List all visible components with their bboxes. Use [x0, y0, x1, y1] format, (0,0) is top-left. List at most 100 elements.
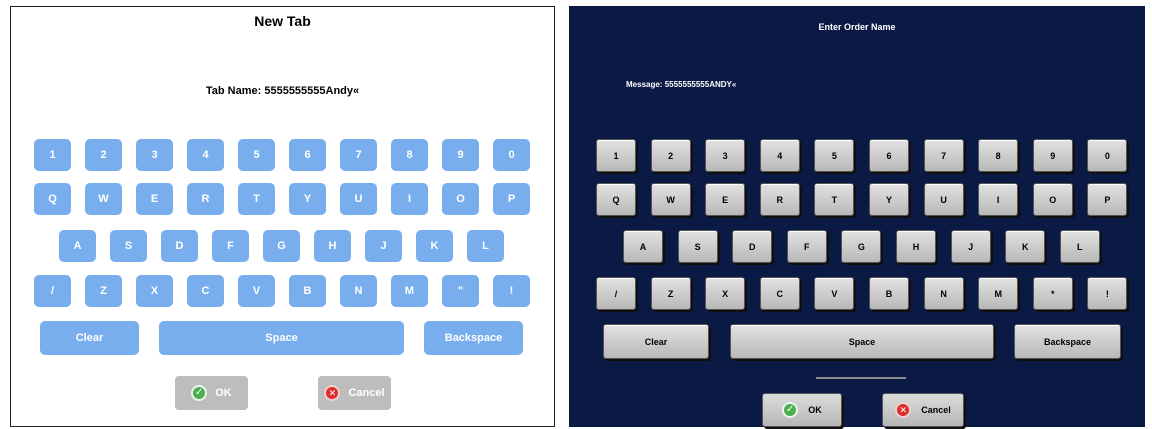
key-0-2[interactable]: 3 — [705, 139, 746, 172]
key-0-1[interactable]: 2 — [85, 139, 122, 171]
message-display: Message: 5555555555ANDY« — [626, 80, 736, 89]
key-2-8[interactable]: L — [1059, 230, 1100, 263]
check-icon — [782, 402, 799, 418]
key-2-1[interactable]: S — [110, 230, 147, 262]
key-1-5[interactable]: Y — [869, 183, 909, 216]
key-3-5[interactable]: B — [289, 275, 326, 307]
key-2-5[interactable]: H — [314, 230, 351, 262]
key-1-9[interactable]: P — [1087, 183, 1128, 216]
key-1-8[interactable]: O — [1032, 183, 1073, 216]
key-3-4[interactable]: V — [238, 275, 275, 307]
key-2-2[interactable]: D — [161, 230, 198, 262]
key-0-8[interactable]: 9 — [1032, 139, 1073, 172]
key-2-3[interactable]: F — [212, 230, 249, 262]
key-1-3[interactable]: R — [759, 183, 800, 216]
cancel-label: Cancel — [921, 405, 951, 415]
key-0-5[interactable]: 6 — [289, 139, 326, 171]
key-3-7[interactable]: M — [978, 277, 1019, 310]
backspace-button[interactable]: Backspace — [424, 321, 523, 355]
cancel-label: Cancel — [348, 387, 385, 399]
key-2-8[interactable]: L — [467, 230, 504, 262]
key-3-1[interactable]: Z — [85, 275, 122, 307]
key-1-4[interactable]: T — [814, 183, 855, 216]
backspace-button[interactable]: Backspace — [1014, 324, 1121, 359]
clear-button[interactable]: Clear — [40, 321, 139, 355]
key-3-2[interactable]: X — [705, 277, 746, 310]
key-3-1[interactable]: Z — [650, 277, 691, 310]
key-3-9[interactable]: ! — [1087, 277, 1128, 310]
key-3-3[interactable]: C — [187, 275, 224, 307]
key-2-6[interactable]: J — [950, 230, 991, 263]
key-1-6[interactable]: U — [923, 183, 964, 216]
key-0-6[interactable]: 7 — [923, 139, 964, 172]
key-1-0[interactable]: Q — [34, 183, 71, 215]
key-0-3[interactable]: 4 — [187, 139, 224, 171]
key-3-6[interactable]: N — [340, 275, 377, 307]
key-3-0[interactable]: / — [596, 277, 636, 310]
divider — [816, 377, 906, 379]
key-2-0[interactable]: A — [59, 230, 96, 262]
key-0-4[interactable]: 5 — [238, 139, 275, 171]
key-0-2[interactable]: 3 — [136, 139, 173, 171]
key-0-5[interactable]: 6 — [869, 139, 909, 172]
space-button[interactable]: Space — [730, 324, 994, 359]
key-3-4[interactable]: V — [814, 277, 855, 310]
key-0-0[interactable]: 1 — [34, 139, 71, 171]
key-2-4[interactable]: G — [841, 230, 882, 263]
key-1-6[interactable]: U — [340, 183, 377, 215]
key-1-3[interactable]: R — [187, 183, 224, 215]
key-1-8[interactable]: O — [442, 183, 479, 215]
clear-button[interactable]: Clear — [603, 324, 709, 359]
key-0-3[interactable]: 4 — [759, 139, 800, 172]
key-3-6[interactable]: N — [923, 277, 964, 310]
key-3-8[interactable]: " — [442, 275, 479, 307]
key-2-5[interactable]: H — [896, 230, 936, 263]
cancel-button[interactable]: Cancel — [318, 376, 391, 410]
panel-title: Enter Order Name — [818, 22, 896, 32]
message-value: 5555555555ANDY« — [664, 80, 737, 89]
key-1-2[interactable]: E — [136, 183, 173, 215]
key-1-1[interactable]: W — [650, 183, 691, 216]
panel-title: New Tab — [254, 13, 311, 29]
key-0-0[interactable]: 1 — [596, 139, 636, 172]
key-2-6[interactable]: J — [365, 230, 402, 262]
key-3-7[interactable]: M — [391, 275, 428, 307]
space-button[interactable]: Space — [159, 321, 404, 355]
key-0-8[interactable]: 9 — [442, 139, 479, 171]
key-1-2[interactable]: E — [705, 183, 746, 216]
key-2-7[interactable]: K — [1005, 230, 1046, 263]
key-0-9[interactable]: 0 — [493, 139, 530, 171]
key-1-5[interactable]: Y — [289, 183, 326, 215]
key-3-8[interactable]: * — [1032, 277, 1073, 310]
key-0-7[interactable]: 8 — [391, 139, 428, 171]
key-0-9[interactable]: 0 — [1087, 139, 1128, 172]
key-1-1[interactable]: W — [85, 183, 122, 215]
key-1-7[interactable]: I — [978, 183, 1019, 216]
tab-name-display: Tab Name: 5555555555Andy« — [11, 85, 554, 97]
check-icon — [191, 385, 208, 401]
key-3-2[interactable]: X — [136, 275, 173, 307]
key-2-0[interactable]: A — [623, 230, 663, 263]
key-1-0[interactable]: Q — [596, 183, 636, 216]
key-2-3[interactable]: F — [786, 230, 827, 263]
tab-name-value: 5555555555Andy« — [264, 85, 360, 97]
key-1-4[interactable]: T — [238, 183, 275, 215]
key-2-2[interactable]: D — [732, 230, 773, 263]
key-1-7[interactable]: I — [391, 183, 428, 215]
cancel-button[interactable]: Cancel — [882, 393, 964, 427]
key-0-4[interactable]: 5 — [814, 139, 855, 172]
ok-label: OK — [215, 387, 232, 399]
key-2-7[interactable]: K — [416, 230, 453, 262]
key-3-9[interactable]: ! — [493, 275, 530, 307]
ok-button[interactable]: OK — [762, 393, 842, 427]
key-1-9[interactable]: P — [493, 183, 530, 215]
key-3-3[interactable]: C — [759, 277, 800, 310]
key-2-1[interactable]: S — [677, 230, 718, 263]
ok-button[interactable]: OK — [175, 376, 248, 410]
key-3-5[interactable]: B — [869, 277, 909, 310]
key-3-0[interactable]: / — [34, 275, 71, 307]
key-2-4[interactable]: G — [263, 230, 300, 262]
key-0-6[interactable]: 7 — [340, 139, 377, 171]
key-0-1[interactable]: 2 — [650, 139, 691, 172]
key-0-7[interactable]: 8 — [978, 139, 1019, 172]
